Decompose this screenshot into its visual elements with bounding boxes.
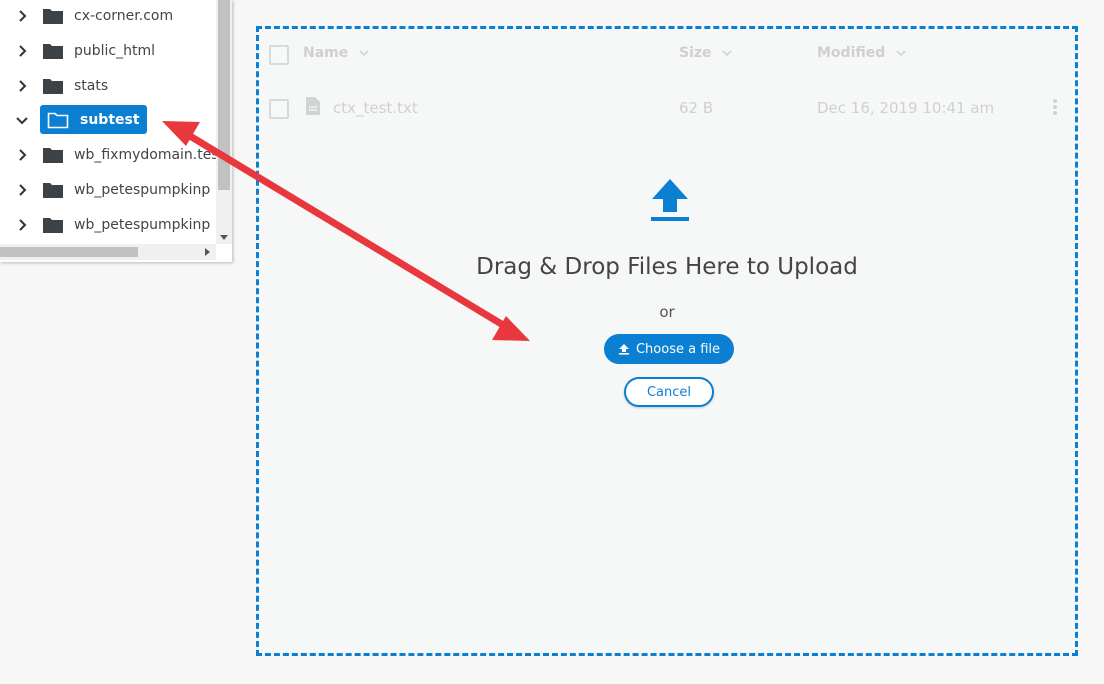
folder-icon [43, 148, 63, 163]
column-modified-label: Modified [817, 45, 886, 61]
chevron-down-icon [359, 50, 369, 57]
folder-icon [43, 183, 63, 198]
folder-icon [43, 9, 63, 24]
chevron-right-icon[interactable] [15, 148, 29, 162]
tree-item-label: stats [74, 78, 109, 94]
tree-horizontal-scrollbar[interactable] [0, 244, 216, 260]
chevron-right-icon[interactable] [15, 9, 29, 23]
file-name[interactable]: ctx_test.txt [333, 99, 418, 117]
choose-file-button[interactable]: Choose a file [604, 334, 734, 364]
tree-item-label: wb_petespumpkinp [74, 217, 211, 233]
upload-dropzone[interactable]: Name Size Modified ctx_test.txt 62 B Dec… [256, 26, 1078, 656]
scroll-down-arrow-icon[interactable] [220, 235, 228, 240]
chevron-down-icon [896, 50, 906, 57]
scroll-right-arrow-icon[interactable] [205, 248, 210, 256]
choose-file-label: Choose a file [635, 341, 721, 357]
tree-item-label: wb_fixmydomain.tes [74, 147, 219, 163]
more-options-icon[interactable] [1052, 97, 1058, 117]
column-size-label: Size [679, 45, 712, 61]
tree-vertical-scrollbar[interactable] [216, 0, 232, 244]
scrollbar-thumb[interactable] [0, 247, 138, 257]
tree-item-label: public_html [74, 43, 156, 59]
tree-item-wb-fixmydomain[interactable]: wb_fixmydomain.tes [0, 140, 219, 170]
column-header-modified[interactable]: Modified [817, 45, 906, 61]
chevron-down-icon [722, 50, 732, 57]
chevron-right-icon[interactable] [15, 218, 29, 232]
file-list-header: Name Size Modified [259, 29, 1075, 79]
folder-open-outline-icon [47, 112, 69, 129]
cancel-button[interactable]: Cancel [624, 377, 714, 407]
upload-arrow-icon [651, 179, 689, 221]
tree-item-wb-petespumpkinp-2[interactable]: wb_petespumpkinp [0, 210, 216, 240]
column-header-name[interactable]: Name [303, 45, 369, 61]
chevron-right-icon[interactable] [15, 44, 29, 58]
folder-tree-panel: cx-corner.com public_html stats subtest … [0, 0, 232, 262]
folder-icon [43, 218, 63, 233]
tree-item-cx-corner[interactable]: cx-corner.com [0, 1, 216, 31]
chevron-right-icon[interactable] [15, 183, 29, 197]
tree-item-subtest[interactable]: subtest [0, 105, 216, 135]
tree-item-label: cx-corner.com [74, 8, 174, 24]
file-size: 62 B [679, 99, 714, 117]
folder-icon [43, 44, 63, 59]
row-checkbox[interactable] [269, 99, 289, 119]
file-text-icon [306, 97, 320, 115]
column-header-size[interactable]: Size [679, 45, 732, 61]
dropzone-title: Drag & Drop Files Here to Upload [476, 254, 858, 280]
tree-item-public-html[interactable]: public_html [0, 36, 216, 66]
dropzone-or-text: or [659, 303, 675, 321]
scrollbar-thumb[interactable] [218, 0, 230, 190]
tree-item-wb-petespumpkinp-1[interactable]: wb_petespumpkinp [0, 175, 216, 205]
tree-item-label: wb_petespumpkinp [74, 182, 211, 198]
folder-icon [43, 79, 63, 94]
file-modified: Dec 16, 2019 10:41 am [817, 99, 995, 117]
chevron-down-icon[interactable] [15, 113, 29, 127]
table-row[interactable]: ctx_test.txt 62 B Dec 16, 2019 10:41 am [259, 81, 1075, 133]
chevron-right-icon[interactable] [15, 79, 29, 93]
select-all-checkbox[interactable] [269, 45, 289, 65]
column-name-label: Name [303, 45, 349, 61]
tree-item-label: subtest [80, 112, 140, 128]
tree-item-stats[interactable]: stats [0, 71, 216, 101]
upload-icon [618, 344, 629, 355]
